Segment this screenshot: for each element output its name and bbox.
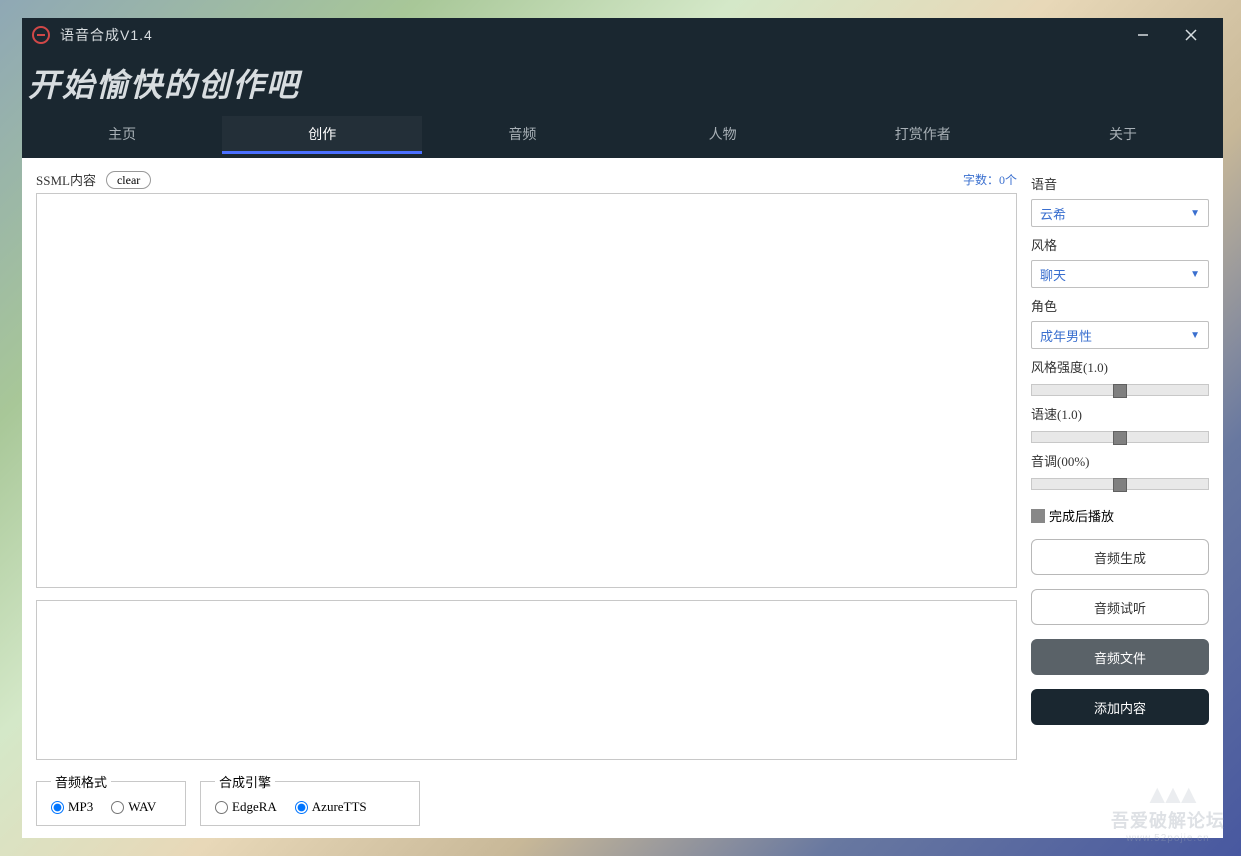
radio-edgera-input[interactable] — [215, 801, 228, 814]
tagline: 开始愉快的创作吧 — [22, 52, 1223, 116]
tab-character[interactable]: 人物 — [623, 116, 823, 154]
voice-label: 语音 — [1031, 174, 1209, 193]
radio-azuretts-input[interactable] — [295, 801, 308, 814]
ssml-label: SSML内容 — [36, 170, 96, 189]
style-select[interactable]: 聊天 ▼ — [1031, 260, 1209, 288]
voice-select[interactable]: 云希 ▼ — [1031, 199, 1209, 227]
header: 开始愉快的创作吧 主页 创作 音频 人物 打赏作者 关于 — [22, 52, 1223, 158]
app-icon — [32, 26, 50, 44]
pitch-slider[interactable] — [1031, 478, 1209, 490]
play-after-label: 完成后播放 — [1049, 506, 1114, 525]
minimize-button[interactable] — [1119, 18, 1167, 52]
content: SSML内容 clear 字数：0个 音频格式 MP3 — [22, 158, 1223, 838]
chevron-down-icon: ▼ — [1190, 208, 1200, 219]
files-button[interactable]: 音频文件 — [1031, 639, 1209, 675]
tab-audio[interactable]: 音频 — [422, 116, 622, 154]
speed-slider[interactable] — [1031, 431, 1209, 443]
ssml-textarea[interactable] — [36, 193, 1017, 588]
radio-wav[interactable]: WAV — [111, 799, 156, 815]
generate-button[interactable]: 音频生成 — [1031, 539, 1209, 575]
engine-group: 合成引擎 EdgeRA AzureTTS — [200, 772, 420, 826]
window-title: 语音合成V1.4 — [60, 25, 153, 45]
right-panel: 语音 云希 ▼ 风格 聊天 ▼ 角色 成年男性 ▼ 风格强度(1.0) 语速(1… — [1031, 170, 1209, 826]
app-window: 语音合成V1.4 开始愉快的创作吧 主页 创作 音频 人物 打赏作者 关于 SS… — [22, 18, 1223, 838]
speed-label: 语速(1.0) — [1031, 404, 1209, 423]
radio-edgera[interactable]: EdgeRA — [215, 799, 277, 815]
tab-create[interactable]: 创作 — [222, 116, 422, 154]
role-label: 角色 — [1031, 296, 1209, 315]
chevron-down-icon: ▼ — [1190, 269, 1200, 280]
radio-mp3[interactable]: MP3 — [51, 799, 93, 815]
style-strength-label: 风格强度(1.0) — [1031, 357, 1209, 376]
audio-format-group: 音频格式 MP3 WAV — [36, 772, 186, 826]
preview-button[interactable]: 音频试听 — [1031, 589, 1209, 625]
radio-wav-input[interactable] — [111, 801, 124, 814]
titlebar: 语音合成V1.4 — [22, 18, 1223, 52]
style-strength-slider[interactable] — [1031, 384, 1209, 396]
play-after-checkbox[interactable] — [1031, 509, 1045, 523]
close-button[interactable] — [1167, 18, 1215, 52]
clear-button[interactable]: clear — [106, 171, 151, 189]
tabs: 主页 创作 音频 人物 打赏作者 关于 — [22, 116, 1223, 154]
pitch-label: 音调(00%) — [1031, 451, 1209, 470]
style-label: 风格 — [1031, 235, 1209, 254]
role-select[interactable]: 成年男性 ▼ — [1031, 321, 1209, 349]
bottom-options: 音频格式 MP3 WAV 合成引擎 — [36, 772, 1017, 826]
tab-about[interactable]: 关于 — [1023, 116, 1223, 154]
radio-mp3-input[interactable] — [51, 801, 64, 814]
tab-donate[interactable]: 打赏作者 — [823, 116, 1023, 154]
tab-home[interactable]: 主页 — [22, 116, 222, 154]
audio-format-legend: 音频格式 — [51, 772, 111, 791]
word-count: 字数：0个 — [963, 171, 1017, 188]
add-content-button[interactable]: 添加内容 — [1031, 689, 1209, 725]
chevron-down-icon: ▼ — [1190, 330, 1200, 341]
engine-legend: 合成引擎 — [215, 772, 275, 791]
radio-azuretts[interactable]: AzureTTS — [295, 799, 367, 815]
ssml-header: SSML内容 clear 字数：0个 — [36, 170, 1017, 189]
left-column: SSML内容 clear 字数：0个 音频格式 MP3 — [36, 170, 1017, 826]
output-textarea[interactable] — [36, 600, 1017, 760]
